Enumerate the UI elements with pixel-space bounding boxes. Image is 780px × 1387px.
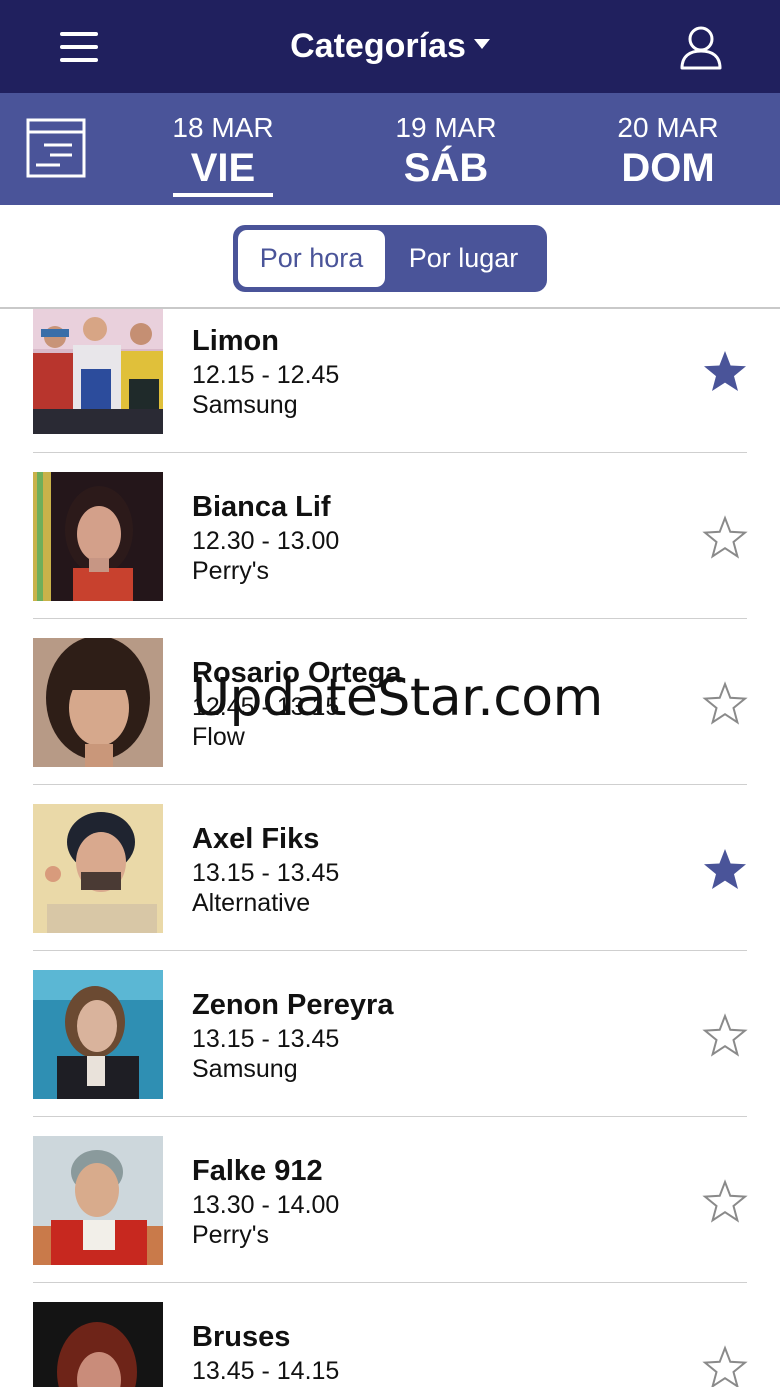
star-filled-icon[interactable] bbox=[702, 847, 748, 893]
artist-photo bbox=[33, 638, 163, 767]
artist-time: 13.15 - 13.45 bbox=[192, 1025, 340, 1053]
artist-photo bbox=[33, 1136, 163, 1265]
filter-list-icon[interactable] bbox=[26, 118, 86, 178]
star-outline-icon[interactable] bbox=[702, 1013, 748, 1059]
day-date: 18 MAR bbox=[172, 112, 274, 143]
star-outline-icon[interactable] bbox=[702, 515, 748, 561]
by-hour-toggle[interactable]: Por hora bbox=[238, 230, 385, 287]
view-toggle: Por hora Por lugar bbox=[233, 225, 547, 292]
artist-photo bbox=[33, 970, 163, 1099]
day-tab-friday[interactable]: 18 MAR VIE bbox=[143, 112, 303, 197]
artist-name: Axel Fiks bbox=[192, 823, 320, 855]
artist-photo bbox=[33, 309, 163, 434]
artist-list[interactable]: Limon 12.15 - 12.45 Samsung Bianca Lif 1… bbox=[0, 309, 780, 1387]
day-tab-saturday[interactable]: 19 MAR SÁB bbox=[366, 112, 526, 190]
artist-stage: Perry's bbox=[192, 557, 270, 585]
day-date: 19 MAR bbox=[395, 112, 497, 143]
day-tab-sunday[interactable]: 20 MAR DOM bbox=[588, 112, 748, 190]
artist-name: Falke 912 bbox=[192, 1155, 323, 1187]
artist-name: Bianca Lif bbox=[192, 491, 331, 523]
list-item[interactable]: Bruses 13.45 - 14.15 bbox=[0, 1283, 780, 1387]
categories-title: Categorías bbox=[290, 27, 466, 65]
artist-stage: Samsung bbox=[192, 391, 298, 419]
caret-down-icon bbox=[473, 39, 490, 49]
artist-photo bbox=[33, 804, 163, 933]
star-outline-icon[interactable] bbox=[702, 1179, 748, 1225]
artist-stage: Samsung bbox=[192, 1055, 298, 1083]
artist-photo bbox=[33, 472, 163, 601]
artist-stage: Alternative bbox=[192, 889, 311, 917]
user-profile-icon[interactable] bbox=[676, 24, 726, 70]
day-date: 20 MAR bbox=[617, 112, 719, 143]
artist-stage: Perry's bbox=[192, 1221, 270, 1249]
artist-time: 13.45 - 14.15 bbox=[192, 1357, 340, 1385]
star-outline-icon[interactable] bbox=[702, 681, 748, 727]
artist-time: 13.30 - 14.00 bbox=[192, 1191, 340, 1219]
artist-time: 12.30 - 13.00 bbox=[192, 527, 340, 555]
by-place-toggle[interactable]: Por lugar bbox=[385, 230, 542, 287]
day-name: DOM bbox=[621, 146, 715, 190]
day-name: SÁB bbox=[403, 146, 489, 190]
star-filled-icon[interactable] bbox=[702, 349, 748, 395]
list-item[interactable]: Axel Fiks 13.15 - 13.45 Alternative bbox=[0, 785, 780, 951]
artist-photo bbox=[33, 1302, 163, 1387]
list-item[interactable]: Bianca Lif 12.30 - 13.00 Perry's bbox=[0, 453, 780, 619]
list-item[interactable]: Falke 912 13.30 - 14.00 Perry's bbox=[0, 1117, 780, 1283]
star-outline-icon[interactable] bbox=[702, 1345, 748, 1387]
list-item[interactable]: Zenon Pereyra 13.15 - 13.45 Samsung bbox=[0, 951, 780, 1117]
day-name: VIE bbox=[190, 146, 256, 190]
artist-name: Limon bbox=[192, 325, 279, 357]
artist-name: Zenon Pereyra bbox=[192, 989, 394, 1021]
artist-name: Bruses bbox=[192, 1321, 291, 1353]
watermark: UpdateStar.com bbox=[192, 668, 603, 728]
categories-dropdown[interactable]: Categorías bbox=[0, 27, 780, 66]
artist-time: 13.15 - 13.45 bbox=[192, 859, 340, 887]
list-item[interactable]: Limon 12.15 - 12.45 Samsung bbox=[0, 309, 780, 475]
artist-time: 12.15 - 12.45 bbox=[192, 361, 340, 389]
